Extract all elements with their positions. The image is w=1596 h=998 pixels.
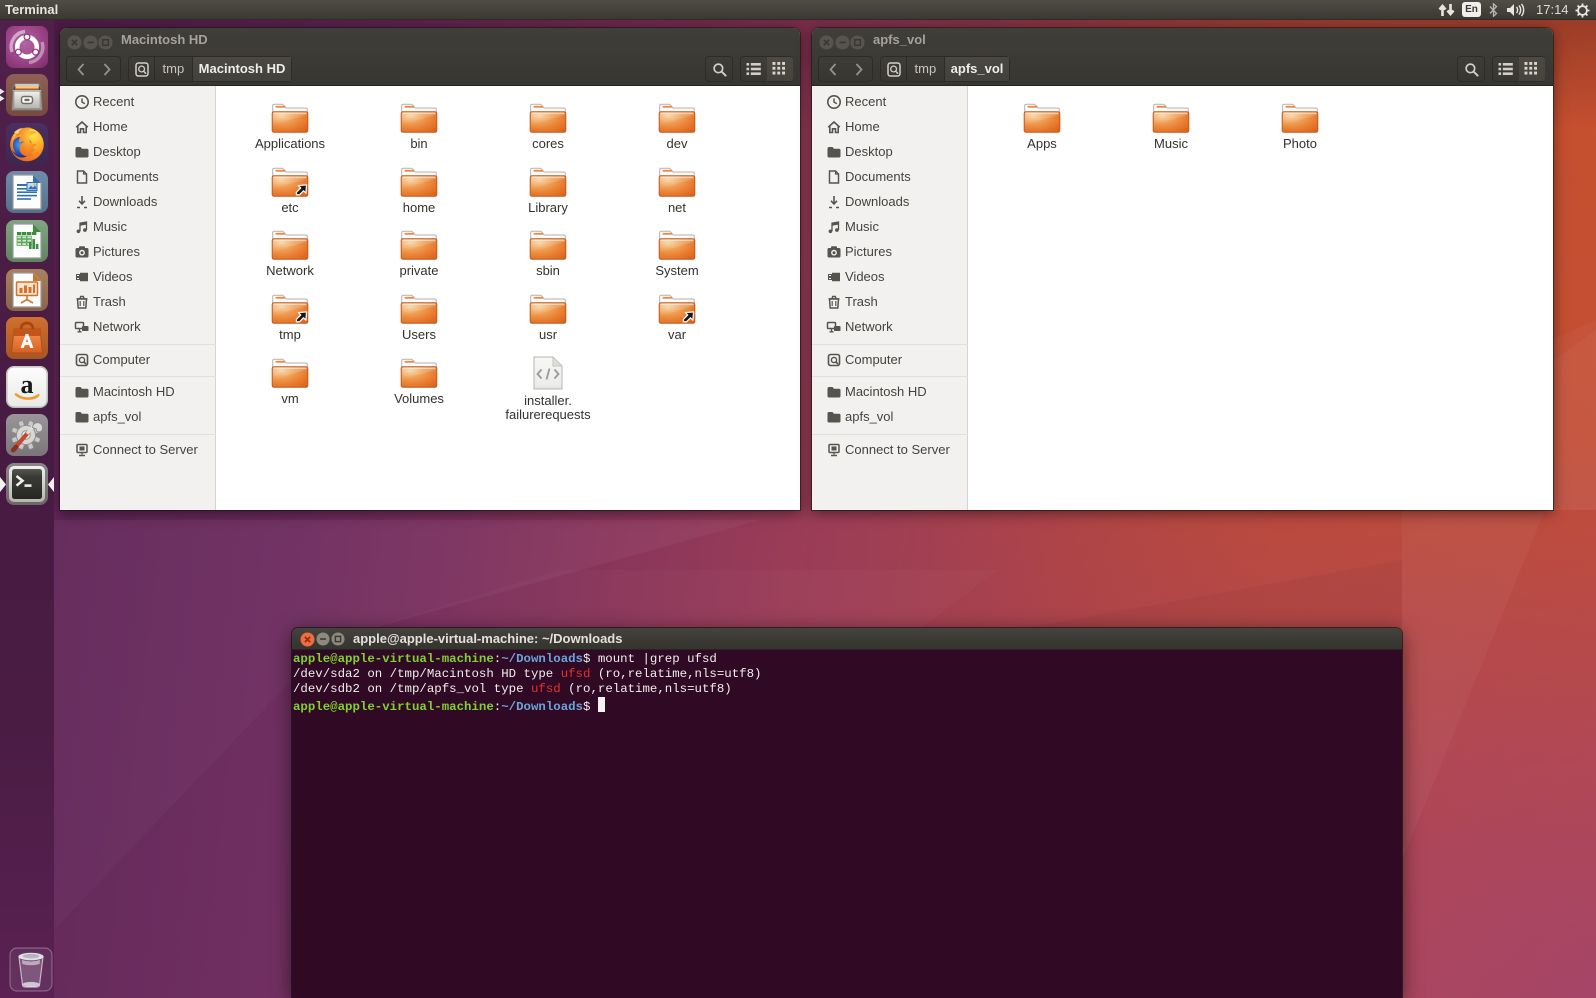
- svg-text:a: a: [21, 370, 34, 399]
